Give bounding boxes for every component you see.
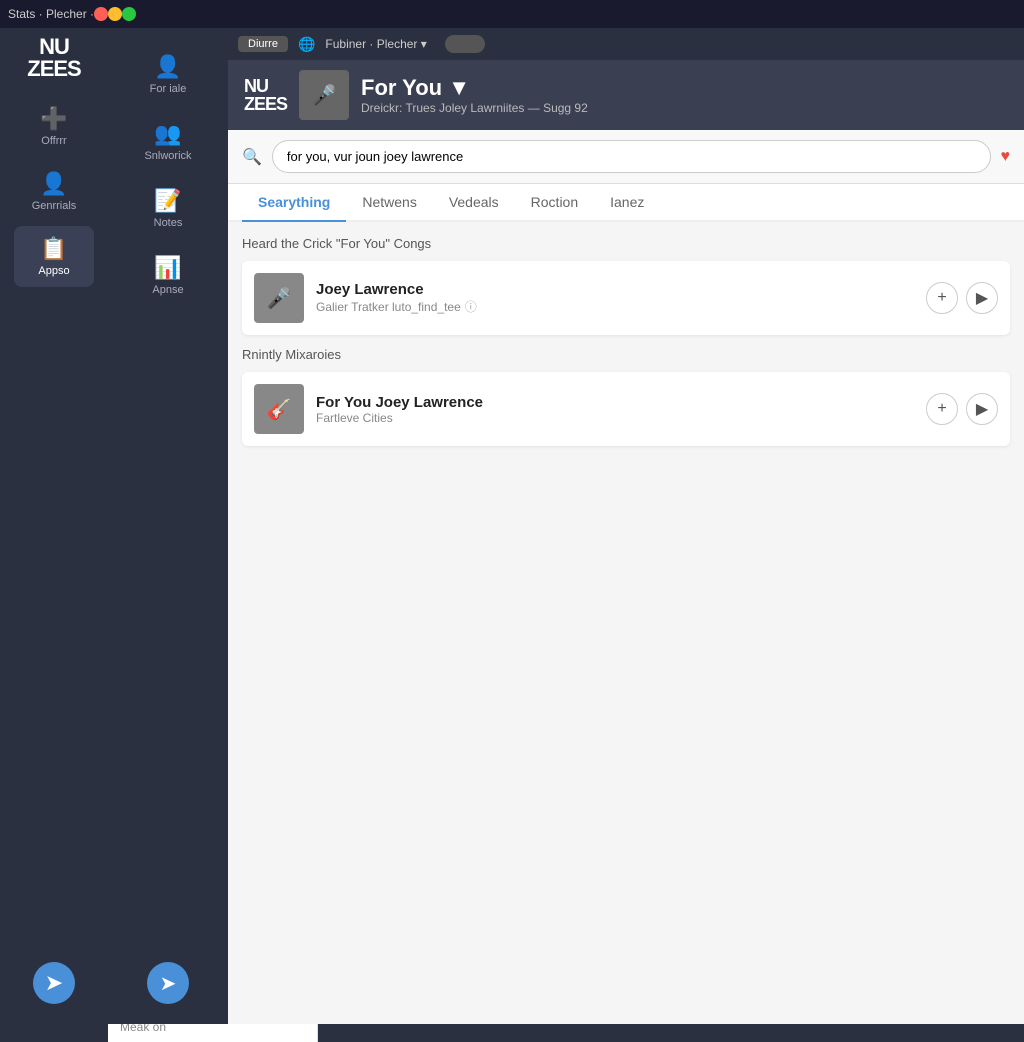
sidebar-item-label: Genrrials — [32, 200, 77, 212]
user-icon: 👤 — [40, 171, 67, 197]
play-button-2[interactable]: ▶ — [966, 393, 998, 425]
tab-searything[interactable]: Searything — [242, 211, 346, 222]
overlay-container: 👤 For iale 👥 Snlworick 📝 Notes 📊 Apnse ➤ — [108, 211, 1024, 1024]
result-actions-1: + ▶ — [926, 282, 998, 314]
sidebar-item-label: Appso — [38, 265, 69, 277]
play-button-1[interactable]: ▶ — [966, 282, 998, 314]
title-bar: Stats · Plecher · — [0, 0, 1024, 28]
result-sub-2: Fartleve Cities — [316, 411, 914, 425]
tab-vedeals[interactable]: Vedeals — [433, 211, 515, 222]
tab-ianez[interactable]: Ianez — [594, 211, 660, 222]
add-button-2[interactable]: + — [926, 393, 958, 425]
add-button-1[interactable]: + — [926, 282, 958, 314]
tab-netwens[interactable]: Netwens — [346, 211, 432, 222]
result-card-2: 🎸 For You Joey Lawrence Fartleve Cities … — [242, 372, 1010, 446]
sidebar-logo: NU ZEES — [27, 36, 80, 80]
overlay-sidebar: 👤 For iale 👥 Snlworick 📝 Notes 📊 Apnse ➤ — [108, 211, 228, 1024]
notes-icon: 📝 — [154, 211, 181, 214]
sidebar-navigate-button[interactable]: ➤ — [33, 962, 75, 1004]
popup-content: Heard the Crick "For You" Congs 🎤 Joey L… — [228, 222, 1024, 1024]
result-info-2: For You Joey Lawrence Fartleve Cities — [316, 394, 914, 425]
info-icon-1[interactable]: ⓘ — [465, 298, 477, 315]
title-bar-text: Stats · Plecher · — [8, 7, 94, 21]
tab-roction[interactable]: Roction — [515, 211, 594, 222]
sidebar-item-label: Offrrr — [41, 135, 66, 147]
popup-sidebar-item-notes[interactable]: 📝 Notes — [123, 211, 213, 239]
result-thumb-1: 🎤 — [254, 273, 304, 323]
chart-icon: 📊 — [154, 255, 181, 281]
popup-navigate-icon: ➤ — [160, 971, 177, 996]
sidebar-item-apps[interactable]: 📋 Appso — [14, 226, 94, 287]
popup-sidebar-navigate-button[interactable]: ➤ — [147, 962, 189, 1004]
popup-tabs: Searything Netwens Vedeals Roction Ianez — [228, 211, 1024, 222]
sidebar-item-offer[interactable]: ➕ Offrrr — [14, 96, 94, 157]
overlay-main: Diurre 🌐 Fubiner · Plecher ▾ NU ZEES 🎤 F… — [228, 211, 1024, 1024]
result-name-1: Joey Lawrence — [316, 281, 914, 298]
popup-sidebar-item-apnse[interactable]: 📊 Apnse — [123, 245, 213, 306]
sidebar-item-generals[interactable]: 👤 Genrrials — [14, 161, 94, 222]
sidebar: NU ZEES ➕ Offrrr 👤 Genrrials 📋 Appso ➤ — [0, 28, 108, 1024]
navigate-icon: ➤ — [45, 970, 63, 996]
plus-icon: ➕ — [40, 106, 67, 132]
popup-sidebar-label-notes: Notes — [154, 217, 183, 229]
result-info-1: Joey Lawrence Galier Tratker luto_find_t… — [316, 281, 914, 315]
section-title-2: Rnintly Mixaroies — [242, 347, 1010, 362]
maximize-button[interactable] — [122, 7, 136, 21]
result-sub-1: Galier Tratker luto_find_tee ⓘ — [316, 298, 914, 315]
result-thumb-2: 🎸 — [254, 384, 304, 434]
section-title-1: Heard the Crick "For You" Congs — [242, 236, 1010, 251]
main-content: 🎵 Kabl Up ▼ Camold in Joley Lawrence — S… — [108, 28, 1024, 1024]
close-button[interactable] — [94, 7, 108, 21]
popup-sidebar-label-apnse: Apnse — [152, 284, 183, 296]
apps-icon: 📋 — [40, 236, 67, 262]
result-card-1: 🎤 Joey Lawrence Galier Tratker luto_find… — [242, 261, 1010, 335]
minimize-button[interactable] — [108, 7, 122, 21]
result-name-2: For You Joey Lawrence — [316, 394, 914, 411]
content-area: juen your fore... Ence Ca Oerlnes ann. T… — [108, 211, 1024, 1042]
result-actions-2: + ▶ — [926, 393, 998, 425]
